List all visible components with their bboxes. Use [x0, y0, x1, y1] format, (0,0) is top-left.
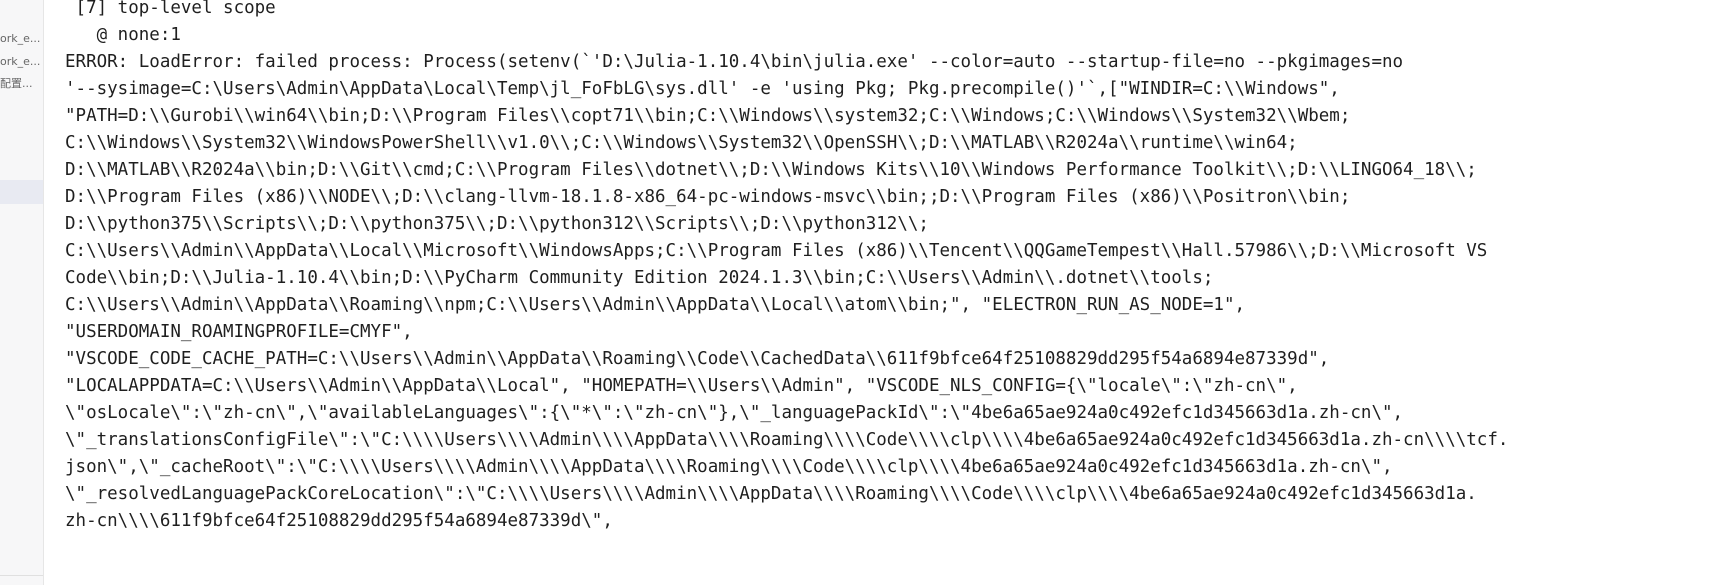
app-window: ork_e... ork_e... 配置... [7] top-level sc…: [0, 0, 1726, 585]
sidebar-item-file-2[interactable]: ork_e...: [0, 52, 43, 72]
output-line: '--sysimage=C:\Users\Admin\AppData\Local…: [65, 79, 1340, 99]
output-line: "LOCALAPPDATA=C:\\Users\\Admin\\AppData\…: [65, 376, 1298, 396]
output-line: json\",\"_cacheRoot\":\"C:\\\\Users\\\\A…: [65, 457, 1393, 477]
output-line-location: @ none:1: [65, 25, 181, 45]
sidebar-divider: [0, 575, 43, 576]
output-line: C:\\Users\\Admin\\AppData\\Roaming\\npm;…: [65, 295, 1246, 315]
sidebar: ork_e... ork_e... 配置...: [0, 0, 44, 585]
output-line: C:\\Windows\\System32\\WindowsPowerShell…: [65, 133, 1298, 153]
sidebar-item-label: ork_e...: [0, 32, 41, 45]
output-line: \"osLocale\":\"zh-cn\",\"availableLangua…: [65, 403, 1404, 423]
output-line: D:\\python375\\Scripts\\;D:\\python375\\…: [65, 214, 929, 234]
sidebar-item-settings[interactable]: 配置...: [0, 74, 43, 94]
sidebar-item-label: ork_e...: [0, 55, 41, 68]
output-line: zh-cn\\\\611f9bfce64f25108829dd295f54a68…: [65, 511, 613, 531]
output-line: Code\\bin;D:\\Julia-1.10.4\\bin;D:\\PyCh…: [65, 268, 1214, 288]
output-line: "PATH=D:\\Gurobi\\win64\\bin;D:\\Program…: [65, 106, 1351, 126]
sidebar-item-file-1[interactable]: ork_e...: [0, 29, 43, 49]
output-line: "VSCODE_CODE_CACHE_PATH=C:\\Users\\Admin…: [65, 349, 1330, 369]
output-line: D:\\Program Files (x86)\\NODE\\;D:\\clan…: [65, 187, 1351, 207]
output-line: \"_translationsConfigFile\":\"C:\\\\User…: [65, 430, 1509, 450]
output-line-error: ERROR: LoadError: failed process: Proces…: [65, 52, 1404, 72]
sidebar-item-label: 配置...: [0, 77, 33, 90]
output-line: "USERDOMAIN_ROAMINGPROFILE=CMYF",: [65, 322, 413, 342]
output-line: D:\\MATLAB\\R2024a\\bin;D:\\Git\\cmd;C:\…: [65, 160, 1477, 180]
output-line: C:\\Users\\Admin\\AppData\\Local\\Micros…: [65, 241, 1488, 261]
terminal-output[interactable]: [7] top-level scope @ none:1 ERROR: Load…: [65, 0, 1720, 585]
output-line: \"_resolvedLanguagePackCoreLocation\":\"…: [65, 484, 1477, 504]
sidebar-active-highlight: [0, 180, 43, 204]
